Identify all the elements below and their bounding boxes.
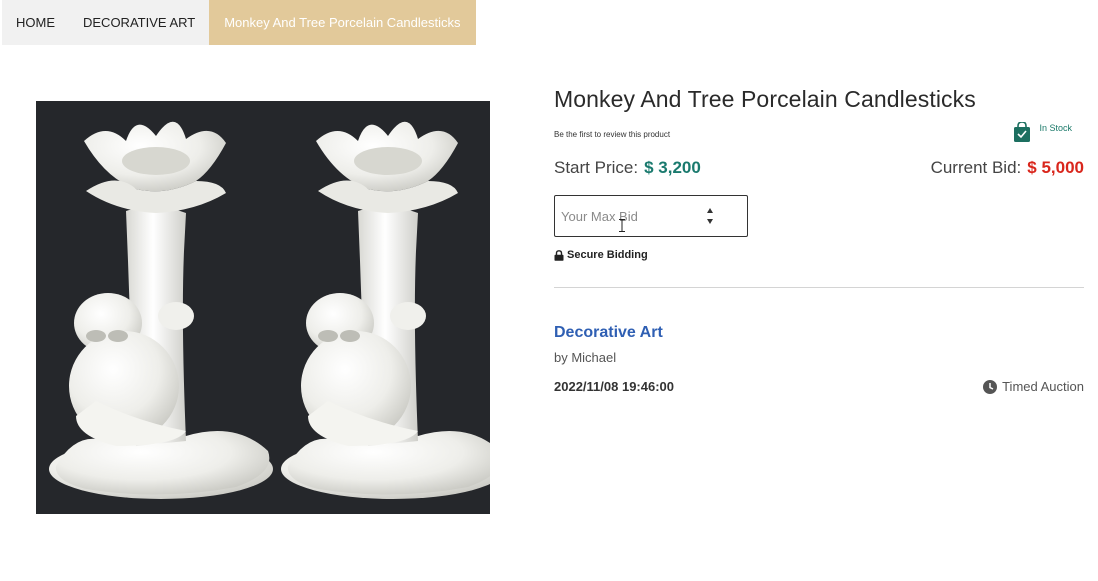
current-bid-value: $ 5,000: [1027, 158, 1084, 177]
category-link[interactable]: Decorative Art: [554, 324, 1084, 342]
start-price-value: $ 3,200: [644, 158, 701, 177]
product-details: Monkey And Tree Porcelain Candlesticks B…: [554, 84, 1084, 403]
secure-bidding-label: Secure Bidding: [567, 249, 648, 261]
review-stock-row: Be the first to review this product In S…: [554, 120, 1084, 150]
max-bid-field: [554, 195, 748, 237]
stepper-up-icon[interactable]: [707, 208, 713, 213]
clock-icon: [983, 379, 998, 394]
stock-status: In Stock: [1014, 121, 1072, 142]
breadcrumb: HOME DECORATIVE ART Monkey And Tree Porc…: [2, 0, 476, 45]
price-row: Start Price: $ 3,200 Current Bid: $ 5,000: [554, 152, 1084, 188]
current-bid: Current Bid: $ 5,000: [931, 158, 1084, 178]
stock-label: In Stock: [1039, 123, 1072, 133]
product-page: HOME DECORATIVE ART Monkey And Tree Porc…: [0, 0, 1098, 581]
breadcrumb-category[interactable]: DECORATIVE ART: [69, 0, 210, 45]
author: by Michael: [554, 350, 617, 365]
candlesticks-illustration: [36, 101, 490, 514]
divider: [554, 287, 1084, 288]
text-cursor-icon: [619, 219, 625, 232]
shopping-bag-icon: [1014, 121, 1031, 142]
auction-type: Timed Auction: [983, 379, 1084, 394]
product-image[interactable]: [36, 101, 490, 514]
start-price-label: Start Price:: [554, 158, 639, 177]
max-bid-input[interactable]: [555, 198, 705, 234]
auction-datetime: 2022/11/08 19:46:00: [554, 379, 674, 394]
auction-meta-row: 2022/11/08 19:46:00 Timed Auction: [554, 379, 1084, 403]
auction-type-label: Timed Auction: [1002, 379, 1084, 394]
product-title: Monkey And Tree Porcelain Candlesticks: [554, 86, 976, 112]
bid-stepper[interactable]: [703, 205, 717, 227]
stepper-down-icon[interactable]: [707, 219, 713, 224]
review-link[interactable]: Be the first to review this product: [554, 130, 670, 139]
current-bid-label: Current Bid:: [930, 158, 1022, 177]
start-price: Start Price: $ 3,200: [554, 158, 701, 178]
breadcrumb-home[interactable]: HOME: [2, 0, 69, 45]
breadcrumb-current: Monkey And Tree Porcelain Candlesticks: [209, 0, 476, 45]
lock-icon: [554, 249, 564, 261]
secure-bidding: Secure Bidding: [554, 249, 1084, 261]
